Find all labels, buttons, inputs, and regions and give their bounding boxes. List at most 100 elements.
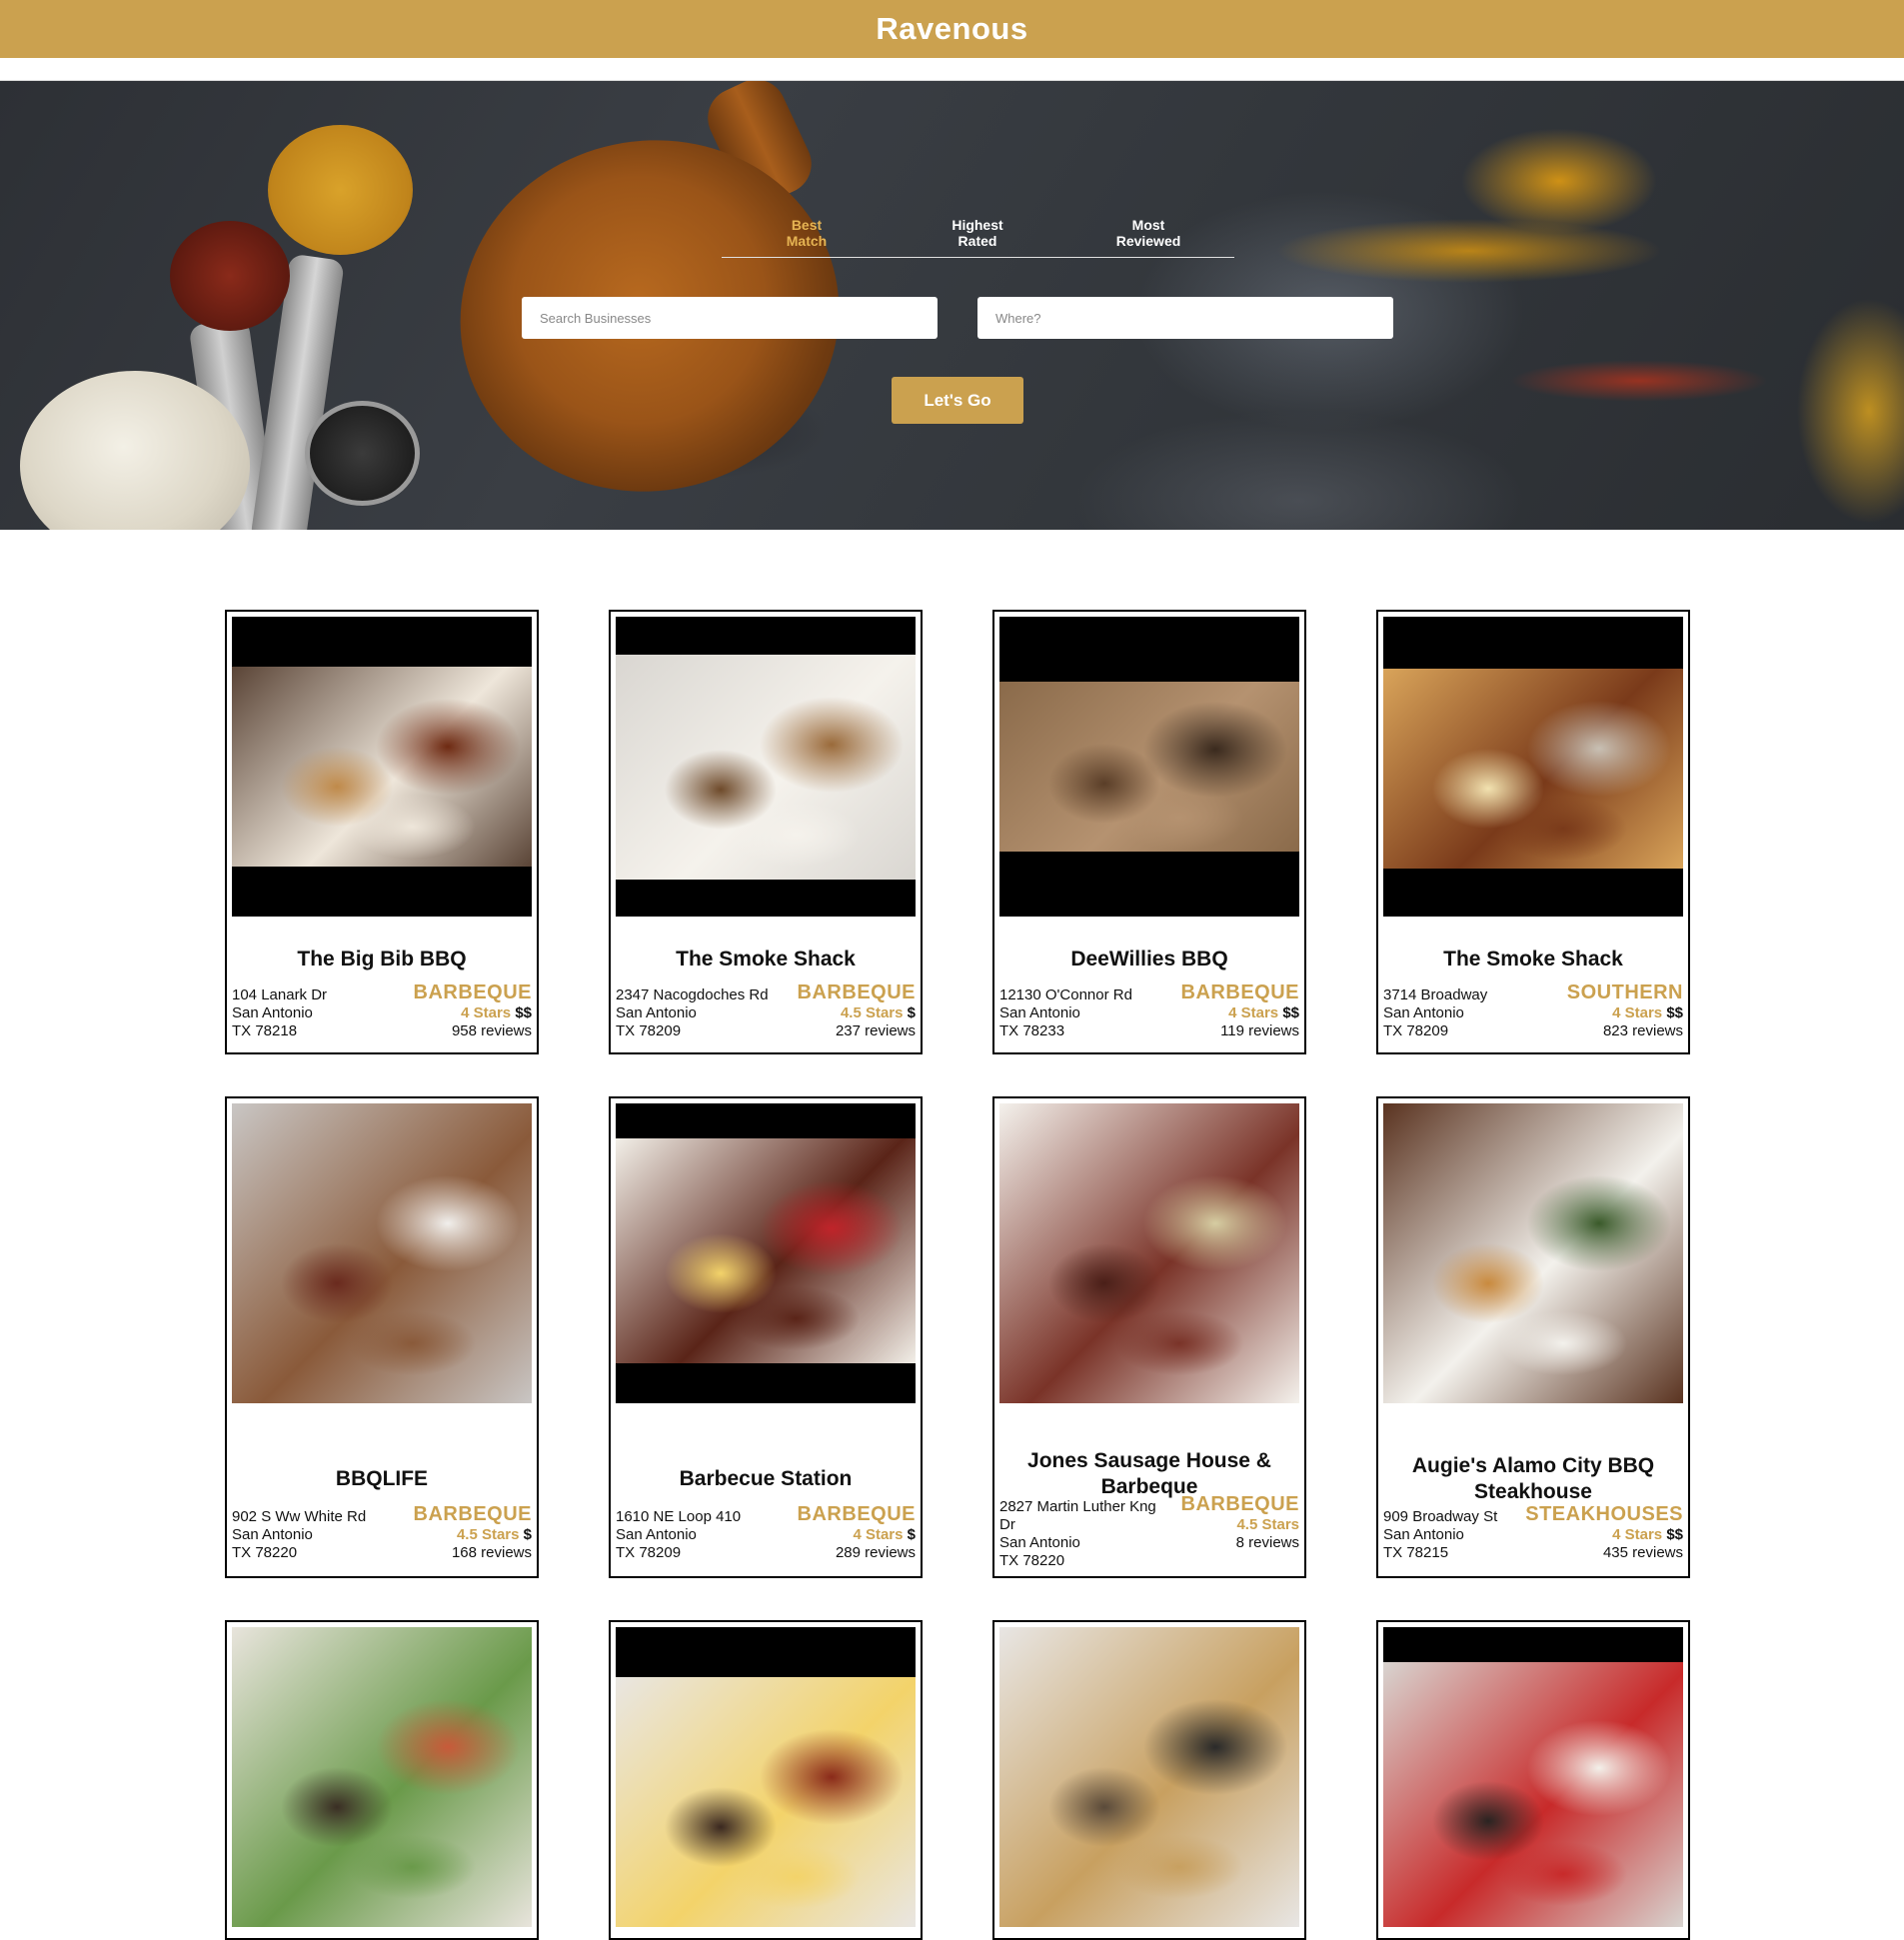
address-line: San Antonio xyxy=(232,1526,313,1543)
food-image xyxy=(616,1138,916,1363)
business-name: The Smoke Shack xyxy=(676,948,856,970)
business-card[interactable] xyxy=(992,1620,1306,1940)
category-label: SOUTHERN xyxy=(1566,981,1683,1003)
rating-text: 4 Stars xyxy=(1228,1004,1279,1021)
business-photo xyxy=(999,617,1299,917)
tab-most-reviewed[interactable]: Most Reviewed xyxy=(1098,217,1198,249)
lets-go-button[interactable]: Let's Go xyxy=(892,377,1023,424)
food-image xyxy=(1383,1103,1683,1403)
business-photo xyxy=(616,617,916,917)
business-meta: BARBEQUE 4 Stars $$ 958 reviews xyxy=(414,980,532,1040)
rating-line: 4.5 Stars $ xyxy=(414,1526,532,1544)
business-card[interactable] xyxy=(1376,1620,1690,1940)
category-label: BARBEQUE xyxy=(413,1503,532,1525)
review-count: 8 reviews xyxy=(1235,1534,1299,1551)
business-meta: BARBEQUE 4.5 Stars 8 reviews xyxy=(1181,1492,1299,1552)
business-meta: STEAKHOUSES 4 Stars $$ 435 reviews xyxy=(1525,1502,1683,1562)
category-label: STEAKHOUSES xyxy=(1525,1503,1683,1525)
business-address: 1610 NE Loop 410 San Antonio TX 78209 xyxy=(616,1508,791,1562)
business-card[interactable]: BBQLIFE 902 S Ww White Rd San Antonio TX 78… xyxy=(225,1096,539,1578)
address-line: TX 78220 xyxy=(232,1544,298,1561)
business-name: Barbecue Station xyxy=(679,1467,853,1490)
business-card[interactable] xyxy=(609,1620,923,1940)
address-line: San Antonio xyxy=(616,1526,697,1543)
price-level: $ xyxy=(523,1526,532,1543)
business-card[interactable]: The Big Bib BBQ 104 Lanark Dr San Antonio T… xyxy=(225,610,539,1054)
food-image xyxy=(616,655,916,880)
business-photo xyxy=(1383,1627,1683,1927)
brand-title: Ravenous xyxy=(876,11,1028,46)
rating-text: 4.5 Stars xyxy=(456,1526,520,1543)
business-address: 3714 Broadway San Antonio TX 78209 xyxy=(1383,986,1558,1040)
review-count: 237 reviews xyxy=(835,1022,916,1039)
business-name: BBQLIFE xyxy=(335,1467,429,1490)
business-meta: BARBEQUE 4.5 Stars $168 reviews xyxy=(414,1502,532,1562)
food-image xyxy=(232,1627,532,1927)
rating-line: 4 Stars $$ xyxy=(414,1004,532,1022)
business-card[interactable]: Augie's Alamo City BBQ Steakhouse 909 Bro… xyxy=(1376,1096,1690,1578)
food-image xyxy=(999,1103,1299,1403)
price-level: $$ xyxy=(1666,1004,1683,1021)
address-line: 12130 O'Connor Rd xyxy=(999,986,1132,1003)
review-count: 823 reviews xyxy=(1602,1022,1683,1039)
business-card[interactable] xyxy=(225,1620,539,1940)
business-photo xyxy=(232,1103,532,1403)
tab-label: Reviewed xyxy=(1115,233,1181,249)
rating-text: 4 Stars xyxy=(1612,1526,1663,1543)
business-card[interactable]: The Smoke Shack 3714 Broadway San Antonio T… xyxy=(1376,610,1690,1054)
business-address: 902 S Ww White Rd San Antonio TX 78220 xyxy=(232,1508,407,1562)
address-line: TX 78209 xyxy=(616,1544,682,1561)
rating-line: 4 Stars $$ xyxy=(1567,1004,1683,1022)
business-meta: BARBEQUE 4 Stars $$ 119 reviews xyxy=(1181,980,1299,1040)
review-count: 958 reviews xyxy=(451,1022,532,1039)
address-line: TX 78233 xyxy=(999,1022,1065,1039)
business-photo xyxy=(616,1103,916,1403)
business-photo xyxy=(1383,1103,1683,1403)
address-line: San Antonio xyxy=(999,1004,1080,1021)
food-image xyxy=(616,1677,916,1927)
rating-text: 4 Stars xyxy=(461,1004,512,1021)
business-card[interactable]: Barbecue Station 1610 NE Loop 410 San Anto… xyxy=(609,1096,923,1578)
business-meta: BARBEQUE 4.5 Stars $237 reviews xyxy=(798,980,916,1040)
header-spacer xyxy=(0,58,1904,80)
food-image xyxy=(999,1627,1299,1927)
rating-line: 4.5 Stars xyxy=(1181,1516,1299,1534)
price-level: $ xyxy=(907,1526,916,1543)
category-label: BARBEQUE xyxy=(1180,1493,1299,1515)
business-name: The Smoke Shack xyxy=(1443,948,1623,970)
location-input[interactable] xyxy=(977,297,1393,339)
business-photo xyxy=(999,1103,1299,1403)
rating-line: 4.5 Stars $ xyxy=(798,1004,916,1022)
rating-line: 4 Stars $$ xyxy=(1525,1526,1683,1544)
business-meta: SOUTHERN 4 Stars $$ 823 reviews xyxy=(1567,980,1683,1040)
business-name: DeeWillies BBQ xyxy=(1070,948,1228,970)
price-level: $$ xyxy=(1282,1004,1299,1021)
business-name: The Big Bib BBQ xyxy=(297,948,467,970)
search-businesses-input[interactable] xyxy=(522,297,938,339)
review-count: 435 reviews xyxy=(1602,1544,1683,1561)
address-line: 3714 Broadway xyxy=(1383,986,1488,1003)
rating-line: 4 Stars $ xyxy=(798,1526,916,1544)
business-card[interactable]: Jones Sausage House & Barbeque 2827 Marti… xyxy=(992,1096,1306,1578)
address-line: TX 78220 xyxy=(999,1552,1065,1569)
category-label: BARBEQUE xyxy=(413,981,532,1003)
review-count: 289 reviews xyxy=(835,1544,916,1561)
rating-text: 4.5 Stars xyxy=(1236,1516,1299,1533)
food-image xyxy=(232,1103,532,1403)
address-line: TX 78218 xyxy=(232,1022,298,1039)
address-line: TX 78209 xyxy=(616,1022,682,1039)
category-label: BARBEQUE xyxy=(797,981,916,1003)
tab-label: Match xyxy=(786,233,828,249)
rating-line: 4 Stars $$ xyxy=(1181,1004,1299,1022)
address-line: 2827 Martin Luther Kng Dr xyxy=(999,1498,1156,1533)
address-line: San Antonio xyxy=(616,1004,697,1021)
tab-best-match[interactable]: Best Match xyxy=(757,217,857,249)
business-card[interactable]: The Smoke Shack 2347 Nacogdoches Rd San An… xyxy=(609,610,923,1054)
business-photo xyxy=(232,1627,532,1927)
business-photo xyxy=(999,1627,1299,1927)
business-card[interactable]: DeeWillies BBQ 12130 O'Connor Rd San Anton… xyxy=(992,610,1306,1054)
tab-label: Most xyxy=(1131,217,1165,233)
top-bar: Ravenous xyxy=(0,0,1904,58)
address-line: 104 Lanark Dr xyxy=(232,986,328,1003)
tab-highest-rated[interactable]: Highest Rated xyxy=(928,217,1027,249)
